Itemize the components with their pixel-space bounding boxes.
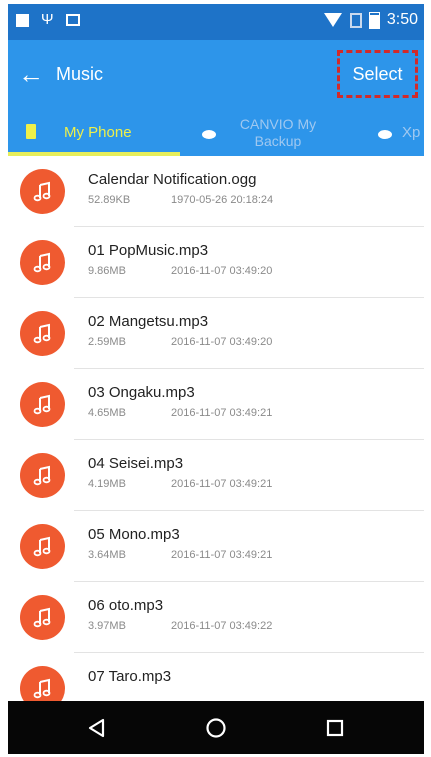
notification-square-icon (16, 13, 29, 27)
file-date: 2016-11-07 03:49:21 (171, 549, 273, 561)
list-item[interactable]: 07 Taro.mp3 (8, 653, 424, 701)
tab-bar: My Phone CANVIO My Backup Xp (8, 112, 424, 156)
music-note-icon (20, 453, 65, 498)
list-item[interactable]: 04 Seisei.mp3 4.19MB 2016-11-07 03:49:21 (8, 440, 424, 511)
page-title: Music (56, 64, 104, 84)
file-name: 07 Taro.mp3 (88, 668, 172, 685)
image-icon (65, 14, 80, 26)
tab-label: Xp (402, 124, 421, 141)
list-item[interactable]: 03 Ongaku.mp3 4.65MB 2016-11-07 03:49:21 (8, 369, 424, 440)
music-note-icon (20, 169, 65, 214)
select-button[interactable]: Select (340, 64, 415, 85)
file-size: 3.97MB (88, 620, 126, 632)
file-name: 06 oto.mp3 (88, 597, 164, 614)
music-file-list: Calendar Notification.ogg 52.89KB 1970-0… (8, 156, 424, 701)
list-item[interactable]: Calendar Notification.ogg 52.89KB 1970-0… (8, 156, 424, 227)
wifi-icon (323, 13, 342, 27)
list-item[interactable]: 06 oto.mp3 3.97MB 2016-11-07 03:49:22 (8, 582, 424, 653)
file-name: 05 Mono.mp3 (88, 526, 180, 543)
phone-icon (26, 124, 36, 139)
navigation-bar (8, 701, 424, 754)
file-size: 4.19MB (88, 478, 126, 490)
phone-screen: Ψ 3:50 ← Music Select My Phone CANVIO My… (8, 4, 424, 754)
status-bar: Ψ 3:50 (8, 4, 424, 40)
file-date: 2016-11-07 03:49:20 (171, 265, 273, 277)
status-system: 3:50 (323, 11, 418, 29)
file-size: 4.65MB (88, 407, 126, 419)
music-note-icon (20, 311, 65, 356)
nav-back-icon[interactable] (82, 713, 112, 743)
music-note-icon (20, 595, 65, 640)
disk-icon (202, 130, 216, 139)
file-date: 2016-11-07 03:49:20 (171, 336, 273, 348)
list-item[interactable]: 05 Mono.mp3 3.64MB 2016-11-07 03:49:21 (8, 511, 424, 582)
file-name: Calendar Notification.ogg (88, 171, 257, 188)
file-size: 52.89KB (88, 194, 131, 206)
list-item[interactable]: 02 Mangetsu.mp3 2.59MB 2016-11-07 03:49:… (8, 298, 424, 369)
music-note-icon (20, 524, 65, 569)
tab-xp[interactable]: Xp (340, 112, 424, 156)
status-time: 3:50 (386, 11, 418, 28)
tab-label: CANVIO My Backup (239, 116, 317, 149)
battery-icon (368, 11, 380, 29)
app-bar: ← Music Select My Phone CANVIO My Backup… (8, 40, 424, 156)
file-size: 3.64MB (88, 549, 126, 561)
music-note-icon (20, 240, 65, 285)
tab-my-phone[interactable]: My Phone (8, 112, 180, 156)
file-name: 03 Ongaku.mp3 (88, 384, 195, 401)
nav-home-icon[interactable] (201, 713, 231, 743)
tab-label: My Phone (64, 124, 132, 141)
status-notifications: Ψ (16, 12, 80, 28)
file-size: 2.59MB (88, 336, 126, 348)
music-note-icon (20, 666, 65, 701)
music-note-icon (20, 382, 65, 427)
file-name: 01 PopMusic.mp3 (88, 242, 209, 259)
file-date: 2016-11-07 03:49:21 (171, 478, 273, 490)
tab-canvio-backup[interactable]: CANVIO My Backup (180, 112, 340, 156)
sim-icon (349, 12, 362, 28)
file-name: 02 Mangetsu.mp3 (88, 313, 209, 330)
select-highlight-box: Select (337, 50, 418, 98)
usb-icon: Ψ (41, 11, 54, 28)
file-size: 9.86MB (88, 265, 126, 277)
file-date: 2016-11-07 03:49:21 (171, 407, 273, 419)
file-name: 04 Seisei.mp3 (88, 455, 184, 472)
list-item[interactable]: 01 PopMusic.mp3 9.86MB 2016-11-07 03:49:… (8, 227, 424, 298)
file-date: 2016-11-07 03:49:22 (171, 620, 273, 632)
file-date: 1970-05-26 20:18:24 (171, 194, 274, 206)
disk-icon (378, 130, 392, 139)
nav-recent-icon[interactable] (320, 713, 350, 743)
arrow-left-icon[interactable]: ← (18, 60, 44, 88)
